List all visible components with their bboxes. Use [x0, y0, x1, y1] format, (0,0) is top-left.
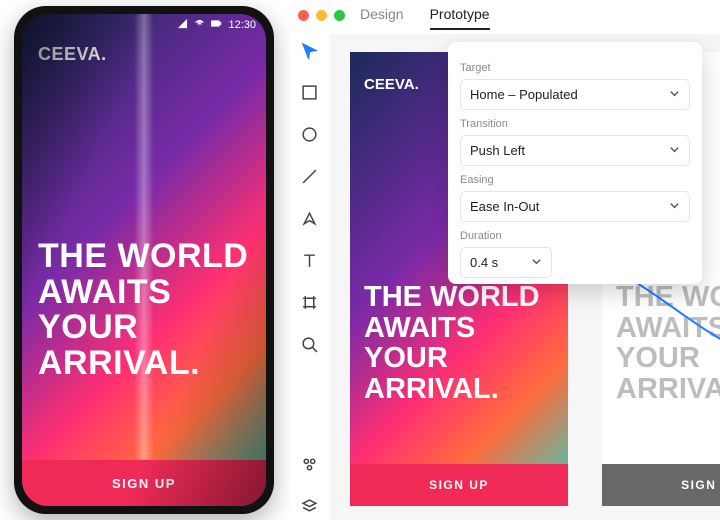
- minimize-icon[interactable]: [316, 10, 327, 21]
- signup-label: SIGN UP: [112, 476, 176, 491]
- brand-logo: CEEVA.: [38, 44, 107, 65]
- transition-label: Transition: [460, 118, 690, 130]
- transition-select[interactable]: Push Left: [460, 135, 690, 166]
- battery-icon: [211, 18, 222, 32]
- rectangle-tool-icon[interactable]: [301, 84, 318, 106]
- chevron-down-icon: [669, 199, 680, 214]
- device-frame: 12:30 CEEVA. THE WORLD AWAITS YOUR ARRIV…: [14, 6, 274, 514]
- assets-icon[interactable]: [301, 456, 318, 478]
- artboard-headline: THE WORLD AWAITS YOUR ARRIVAL.: [364, 282, 554, 405]
- tool-rail: [290, 34, 330, 520]
- easing-select[interactable]: Ease In-Out: [460, 191, 690, 222]
- network-icon: [177, 18, 188, 32]
- artboard-cta-label: SIGN UP: [429, 478, 489, 492]
- hero-headline: THE WORLD AWAITS YOUR ARRIVAL.: [38, 239, 250, 382]
- artboard-brand: CEEVA.: [364, 76, 419, 93]
- artboard-tool-icon[interactable]: [301, 294, 318, 316]
- device-screen: 12:30 CEEVA. THE WORLD AWAITS YOUR ARRIV…: [22, 14, 266, 506]
- transition-value: Push Left: [470, 143, 525, 158]
- tab-design[interactable]: Design: [360, 6, 404, 30]
- artboard-cta[interactable]: SIGN UP: [602, 464, 720, 506]
- artboard-cta-label: SIGN UP: [681, 478, 720, 492]
- chevron-down-icon: [669, 87, 680, 102]
- statusbar: 12:30: [22, 14, 266, 36]
- chevron-down-icon: [531, 255, 542, 270]
- canvas[interactable]: CEEVA. THE WORLD AWAITS YOUR ARRIVAL. SI…: [330, 34, 720, 520]
- target-value: Home – Populated: [470, 87, 578, 102]
- text-tool-icon[interactable]: [301, 252, 318, 274]
- duration-value: 0.4 s: [470, 255, 498, 270]
- statusbar-time: 12:30: [228, 19, 256, 31]
- line-tool-icon[interactable]: [301, 168, 318, 190]
- target-label: Target: [460, 62, 690, 74]
- move-tool-icon[interactable]: [301, 42, 318, 64]
- close-icon[interactable]: [298, 10, 309, 21]
- zoom-tool-icon[interactable]: [301, 336, 318, 358]
- wifi-icon: [194, 18, 205, 32]
- tab-prototype[interactable]: Prototype: [430, 6, 490, 30]
- duration-select[interactable]: 0.4 s: [460, 247, 552, 278]
- target-select[interactable]: Home – Populated: [460, 79, 690, 110]
- window-controls: [298, 10, 345, 21]
- duration-label: Duration: [460, 230, 690, 242]
- ellipse-tool-icon[interactable]: [301, 126, 318, 148]
- mode-tabs: Design Prototype: [360, 6, 490, 30]
- editor-window: Design Prototype CEEVA. THE WORLD AWAITS…: [290, 0, 720, 520]
- chevron-down-icon: [669, 143, 680, 158]
- pen-tool-icon[interactable]: [301, 210, 318, 232]
- layers-icon[interactable]: [301, 498, 318, 520]
- easing-label: Easing: [460, 174, 690, 186]
- zoom-icon[interactable]: [334, 10, 345, 21]
- easing-value: Ease In-Out: [470, 199, 539, 214]
- prototype-panel: Target Home – Populated Transition Push …: [448, 42, 702, 284]
- signup-button[interactable]: SIGN UP: [22, 460, 266, 506]
- artboard-cta[interactable]: SIGN UP: [350, 464, 568, 506]
